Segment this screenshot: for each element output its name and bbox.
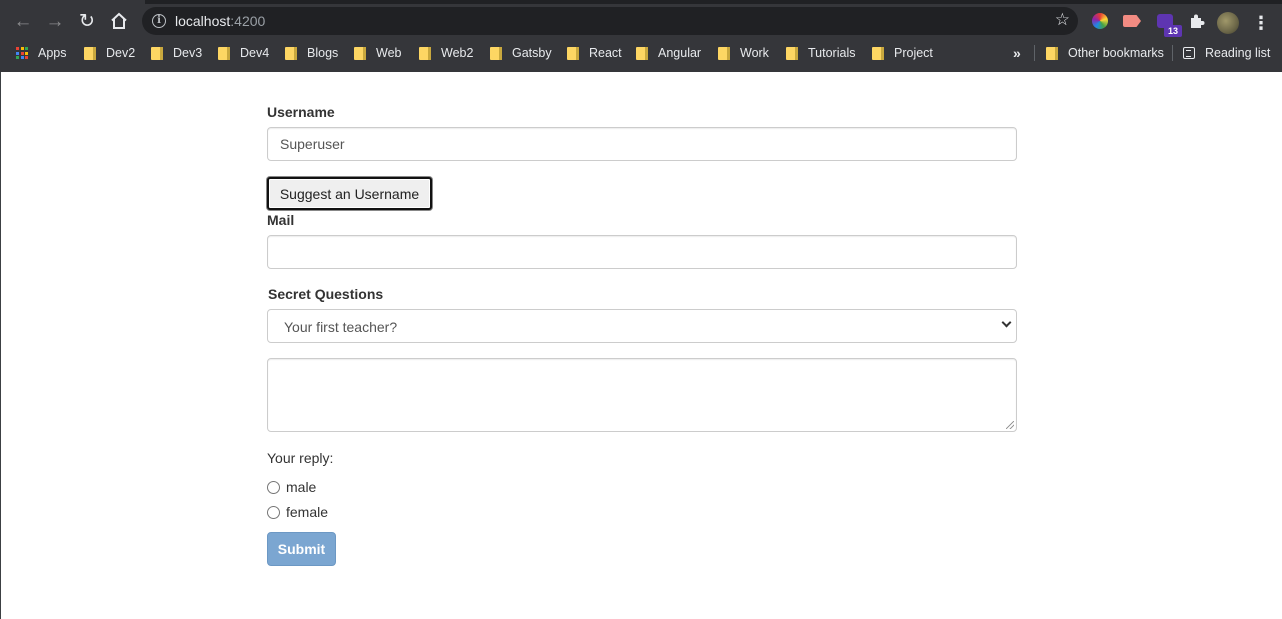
folder-icon <box>151 46 163 60</box>
bookmark-folder-gatsby[interactable]: Gatsby <box>490 40 552 66</box>
site-info-icon[interactable]: i <box>152 14 166 28</box>
url-port: :4200 <box>230 13 266 29</box>
url-text[interactable]: localhost:4200 <box>175 13 265 29</box>
double-chevron-right-icon: » <box>1013 45 1021 61</box>
bookmark-folder-dev2[interactable]: Dev2 <box>84 40 135 66</box>
folder-icon <box>354 46 366 60</box>
radio-button[interactable] <box>267 505 280 519</box>
more-bookmarks-button[interactable]: » <box>1013 40 1021 66</box>
bookmark-folder-web[interactable]: Web <box>354 40 401 66</box>
profile-avatar[interactable] <box>1217 12 1239 34</box>
reply-label: Your reply: <box>267 450 334 466</box>
bookmark-folder-work[interactable]: Work <box>718 40 769 66</box>
folder-icon <box>84 46 96 60</box>
bookmark-label: Web <box>376 46 402 60</box>
username-input[interactable] <box>267 127 1017 161</box>
folder-icon <box>285 46 297 60</box>
bookmark-label: Web2 <box>441 46 474 60</box>
secret-answer-textarea[interactable] <box>267 358 1017 432</box>
secret-questions-label: Secret Questions <box>268 286 384 302</box>
bookmark-folder-dev3[interactable]: Dev3 <box>151 40 202 66</box>
bookmarks-divider <box>1172 45 1173 61</box>
bookmark-label: Reading list <box>1205 46 1271 60</box>
folder-icon <box>872 46 884 60</box>
chevron-down-icon <box>1001 317 1012 328</box>
bookmark-folder-web2[interactable]: Web2 <box>419 40 473 66</box>
url-host: localhost <box>175 13 231 29</box>
bookmark-label: Dev3 <box>173 46 203 60</box>
extension-badge: 13 <box>1164 25 1182 37</box>
bookmarks-divider <box>1034 45 1035 61</box>
bookmark-label: Work <box>740 46 769 60</box>
resize-handle-icon[interactable] <box>1006 421 1014 429</box>
bookmark-star-icon[interactable]: ☆ <box>1055 10 1070 30</box>
username-label: Username <box>267 104 335 120</box>
suggest-username-button[interactable]: Suggest an Username <box>267 177 432 210</box>
bookmark-label: Other bookmarks <box>1068 46 1164 60</box>
color-extension-icon[interactable] <box>1090 11 1110 31</box>
reading-list-button[interactable]: Reading list <box>1183 40 1270 66</box>
mail-input[interactable] <box>267 235 1017 269</box>
browser-toolbar: ← → ↻ i localhost:4200 ☆ 13 ⋮ <box>0 4 1282 38</box>
bookmark-folder-other[interactable]: Other bookmarks <box>1046 40 1164 66</box>
bookmark-folder-blogs[interactable]: Blogs <box>285 40 338 66</box>
folder-icon <box>419 46 431 60</box>
radio-option-female[interactable]: female <box>267 503 328 521</box>
bookmark-label: Apps <box>38 46 67 60</box>
bookmark-folder-dev4[interactable]: Dev4 <box>218 40 269 66</box>
bookmarks-bar: Apps Dev2 Dev3 Dev4 Blogs Web Web2 Gatsb… <box>0 40 1282 66</box>
secret-question-select[interactable]: Your first teacher? <box>267 309 1017 343</box>
bookmark-label: Blogs <box>307 46 339 60</box>
puzzle-icon[interactable] <box>1186 11 1206 31</box>
bookmark-label: Angular <box>658 46 702 60</box>
bookmark-label: Gatsby <box>512 46 552 60</box>
red-extension-icon[interactable] <box>1122 11 1142 31</box>
folder-icon <box>490 46 502 60</box>
folder-icon <box>718 46 730 60</box>
home-icon[interactable] <box>105 7 133 35</box>
folder-icon <box>636 46 648 60</box>
submit-button[interactable]: Submit <box>267 532 336 566</box>
bookmark-folder-tutorials[interactable]: Tutorials <box>786 40 855 66</box>
folder-icon <box>567 46 579 60</box>
folder-icon <box>786 46 798 60</box>
page-left-border <box>0 72 1 619</box>
bookmark-folder-project[interactable]: Project <box>872 40 933 66</box>
reading-list-icon <box>1183 47 1195 59</box>
kebab-menu-icon[interactable]: ⋮ <box>1252 12 1270 34</box>
bookmark-label: Dev2 <box>106 46 136 60</box>
reload-icon[interactable]: ↻ <box>73 7 101 35</box>
bookmark-folder-angular[interactable]: Angular <box>636 40 701 66</box>
apps-grid-icon <box>16 47 28 59</box>
browser-chrome: ← → ↻ i localhost:4200 ☆ 13 ⋮ Apps Dev2 … <box>0 0 1282 72</box>
bookmark-apps[interactable]: Apps <box>16 40 67 66</box>
radio-button[interactable] <box>267 480 280 494</box>
secret-question-value: Your first teacher? <box>284 319 398 335</box>
bookmark-label: Project <box>894 46 933 60</box>
radio-label: female <box>286 504 329 520</box>
bookmark-label: React <box>589 46 622 60</box>
folder-icon <box>218 46 230 60</box>
forward-arrow-icon[interactable]: → <box>41 7 69 35</box>
address-bar[interactable]: i localhost:4200 ☆ <box>142 7 1078 35</box>
bookmark-folder-react[interactable]: React <box>567 40 622 66</box>
mail-label: Mail <box>267 212 295 228</box>
bookmark-label: Tutorials <box>808 46 856 60</box>
radio-label: male <box>286 479 317 495</box>
bookmark-label: Dev4 <box>240 46 270 60</box>
back-arrow-icon[interactable]: ← <box>9 7 37 35</box>
radio-option-male[interactable]: male <box>267 478 316 496</box>
folder-icon <box>1046 46 1058 60</box>
